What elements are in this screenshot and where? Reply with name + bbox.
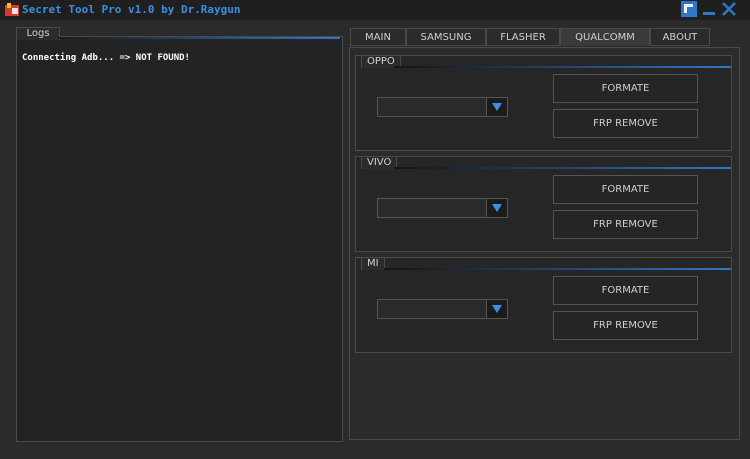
minimize-icon xyxy=(703,12,715,15)
chevron-down-icon xyxy=(492,103,502,111)
window-title: Secret Tool Pro v1.0 by Dr.Raygun xyxy=(22,3,241,16)
group-label-vivo: VIVO xyxy=(361,156,398,169)
group-oppo: OPPO FORMATE FRP REMOVE xyxy=(355,55,732,151)
tab-flasher[interactable]: FLASHER xyxy=(486,28,560,46)
close-icon xyxy=(722,2,736,16)
group-label-mi: MI xyxy=(361,257,385,270)
logs-divider xyxy=(58,37,340,39)
restore-icon xyxy=(681,1,697,17)
logs-label: Logs xyxy=(16,27,60,40)
minimize-button[interactable] xyxy=(700,0,718,18)
vivo-formate-button[interactable]: FORMATE xyxy=(553,175,698,204)
log-line: Connecting Adb... => NOT FOUND! xyxy=(22,53,190,63)
close-button[interactable] xyxy=(720,0,738,18)
mi-formate-button[interactable]: FORMATE xyxy=(553,276,698,305)
dropdown-toggle[interactable] xyxy=(486,300,507,318)
vivo-frp-remove-button[interactable]: FRP REMOVE xyxy=(553,210,698,239)
tab-qualcomm[interactable]: QUALCOMM xyxy=(560,28,650,46)
oppo-frp-remove-button[interactable]: FRP REMOVE xyxy=(553,109,698,138)
tab-samsung[interactable]: SAMSUNG xyxy=(406,28,486,46)
vivo-model-dropdown[interactable] xyxy=(377,198,508,218)
dropdown-toggle[interactable] xyxy=(486,98,507,116)
chevron-down-icon xyxy=(492,305,502,313)
tab-about[interactable]: ABOUT xyxy=(650,28,710,46)
group-vivo: VIVO FORMATE FRP REMOVE xyxy=(355,156,732,252)
group-divider xyxy=(394,167,731,169)
chevron-down-icon xyxy=(492,204,502,212)
dropdown-toggle[interactable] xyxy=(486,199,507,217)
group-mi: MI FORMATE FRP REMOVE xyxy=(355,257,732,353)
restore-button[interactable] xyxy=(680,0,698,18)
app-icon xyxy=(5,3,19,16)
mi-frp-remove-button[interactable]: FRP REMOVE xyxy=(553,311,698,340)
oppo-model-dropdown[interactable] xyxy=(377,97,508,117)
group-divider xyxy=(384,268,731,270)
oppo-formate-button[interactable]: FORMATE xyxy=(553,74,698,103)
tab-main[interactable]: MAIN xyxy=(350,28,406,46)
title-bar: Secret Tool Pro v1.0 by Dr.Raygun xyxy=(0,0,750,20)
group-divider xyxy=(394,66,731,68)
mi-model-dropdown[interactable] xyxy=(377,299,508,319)
logs-panel[interactable] xyxy=(16,36,343,442)
